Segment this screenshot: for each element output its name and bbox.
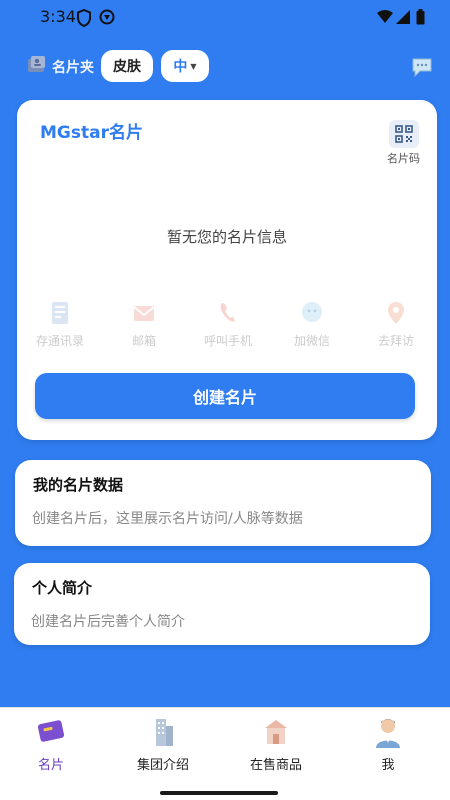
chevron-down-icon: ▼ <box>190 61 197 71</box>
card-data-description: 创建名片后，这里展示名片访问/人脉等数据 <box>32 511 303 527</box>
message-icon[interactable] <box>410 56 434 82</box>
card-actions: 存通讯录 邮箱 呼叫手机 加微信 去拜访 <box>17 300 437 360</box>
email-label: 邮箱 <box>131 334 156 348</box>
language-dropdown[interactable]: 中 ▼ <box>161 50 209 82</box>
skin-button[interactable]: 皮肤 <box>101 50 153 82</box>
folder-icon <box>26 54 48 80</box>
mail-icon <box>132 300 156 326</box>
location-pin-icon <box>384 300 408 326</box>
battery-icon <box>416 9 425 29</box>
top-bar: 名片夹 皮肤 中 ▼ <box>0 44 450 88</box>
avatar-icon <box>373 716 403 748</box>
nav-label-group-intro: 集团介绍 <box>136 758 189 773</box>
home-indicator[interactable] <box>160 791 278 795</box>
personal-bio-description: 创建名片后完善个人简介 <box>31 614 185 630</box>
wifi-icon <box>377 9 393 28</box>
add-wechat-label: 加微信 <box>293 334 330 348</box>
card-data-section[interactable]: 我的名片数据 创建名片后，这里展示名片访问/人脉等数据 <box>15 460 431 546</box>
empty-card-message: 暂无您的名片信息 <box>166 228 287 246</box>
wechat-icon <box>300 300 324 326</box>
status-time: 3:34 <box>40 7 76 26</box>
business-card-panel: MGstar名片 名片码 暂无您的名片信息 存通讯录 邮箱 呼叫手机 加微信 去… <box>17 100 437 440</box>
nav-label-products: 在售商品 <box>249 758 302 773</box>
language-label: 中 <box>173 59 188 75</box>
qr-code-label: 名片码 <box>387 152 420 165</box>
folder-label: 名片夹 <box>52 60 94 76</box>
bottom-nav: 名片 集团介绍 在售商品 我 <box>0 707 450 800</box>
building-icon <box>148 716 178 748</box>
nav-label-me: 我 <box>381 758 395 773</box>
nav-item-me[interactable]: 我 <box>348 716 428 773</box>
nav-item-products[interactable]: 在售商品 <box>236 716 316 773</box>
shop-icon <box>261 716 291 748</box>
personal-bio-section[interactable]: 个人简介 创建名片后完善个人简介 <box>14 563 430 645</box>
call-phone-action[interactable]: 呼叫手机 <box>185 300 271 349</box>
save-contact-action[interactable]: 存通讯录 <box>17 300 103 349</box>
card-folder-button[interactable]: 名片夹 <box>26 54 94 80</box>
nav-item-group-intro[interactable]: 集团介绍 <box>123 716 203 773</box>
status-bar: 3:34 <box>0 0 450 36</box>
save-contact-label: 存通讯录 <box>35 334 84 348</box>
phone-icon <box>216 300 240 326</box>
call-phone-label: 呼叫手机 <box>203 334 252 348</box>
nav-item-card[interactable]: 名片 <box>11 716 91 773</box>
shield-icon <box>76 8 92 31</box>
address-book-icon <box>48 300 72 326</box>
skin-label: 皮肤 <box>113 59 141 75</box>
card-title: MGstar名片 <box>40 123 143 143</box>
vpn-icon <box>99 9 115 29</box>
card-icon <box>36 716 66 748</box>
visit-label: 去拜访 <box>377 334 414 348</box>
email-action[interactable]: 邮箱 <box>101 300 187 349</box>
visit-action[interactable]: 去拜访 <box>353 300 439 349</box>
card-data-title: 我的名片数据 <box>33 476 124 494</box>
signal-icon <box>396 9 410 28</box>
create-card-button[interactable]: 创建名片 <box>35 373 415 419</box>
nav-label-card: 名片 <box>37 758 64 773</box>
qr-code-icon[interactable] <box>389 120 419 148</box>
add-wechat-action[interactable]: 加微信 <box>269 300 355 349</box>
personal-bio-title: 个人简介 <box>32 579 93 597</box>
